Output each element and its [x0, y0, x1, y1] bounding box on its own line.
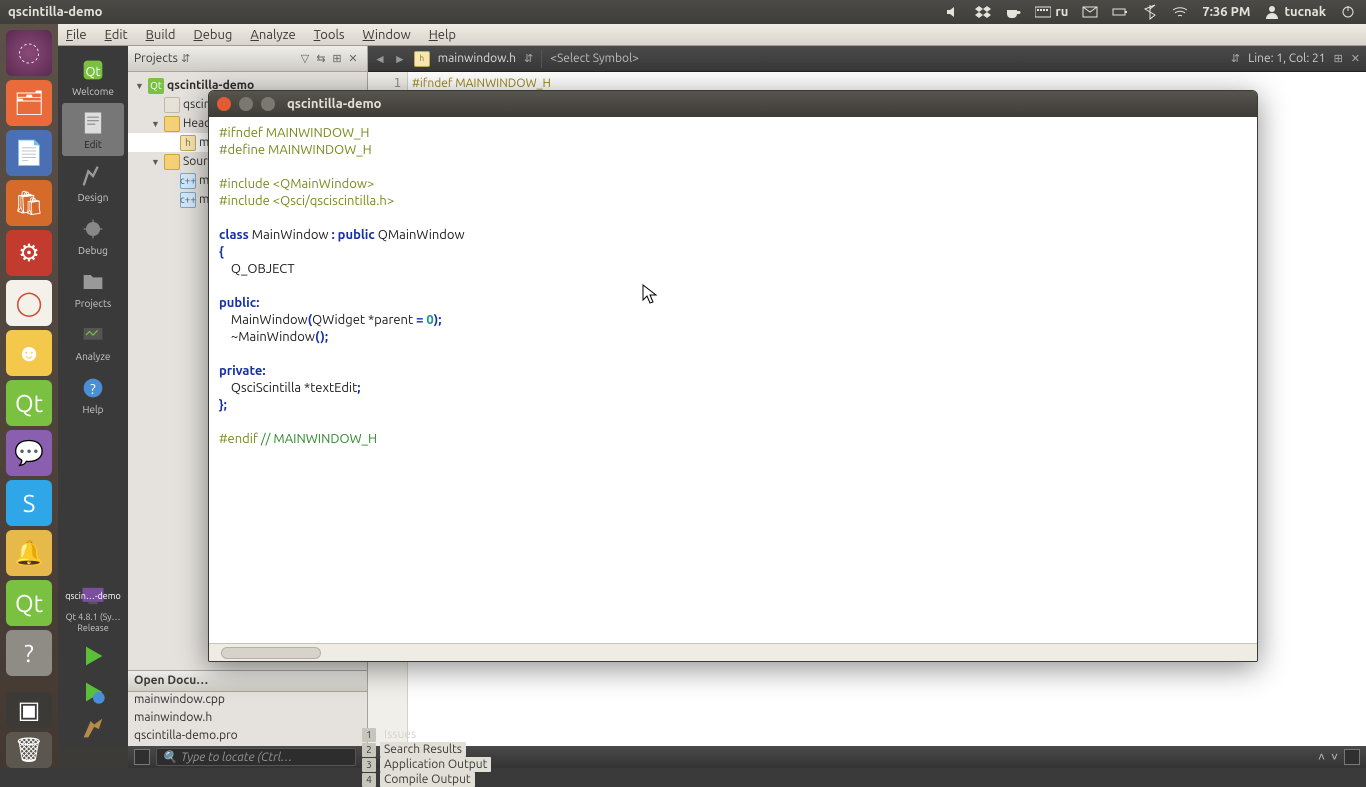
launcher-app2[interactable]: 🔔 — [6, 530, 52, 576]
filter-icon[interactable]: ▽ — [297, 52, 313, 65]
clock[interactable]: 7:36 PM — [1202, 5, 1250, 19]
menu-help[interactable]: Help — [429, 28, 456, 42]
launcher-running-label: qscin…-demo — [58, 591, 128, 601]
menu-window[interactable]: Window — [363, 28, 411, 42]
output-pane-application-output[interactable]: 3Application Output — [362, 757, 491, 772]
launcher-app1[interactable]: ☻ — [6, 330, 52, 376]
open-doc-item[interactable]: mainwindow.h — [128, 710, 367, 728]
window-close-icon[interactable] — [217, 97, 231, 111]
chevron-updown-icon[interactable]: ⇵ — [1231, 52, 1240, 65]
mode-welcome[interactable]: QtWelcome — [62, 50, 124, 103]
svg-text:?: ? — [90, 381, 96, 397]
demo-scrollbar[interactable] — [209, 643, 1257, 661]
run-button[interactable] — [62, 638, 124, 674]
close-pane-icon[interactable]: ✕ — [345, 52, 361, 65]
mode-help[interactable]: ?Help — [62, 368, 124, 421]
launcher-skype[interactable]: S — [6, 480, 52, 526]
session-icon[interactable] — [1340, 4, 1356, 20]
file-type-h-icon: h — [414, 51, 430, 67]
toggle-sidebar-icon[interactable] — [134, 749, 150, 765]
mode-projects[interactable]: Projects — [62, 262, 124, 315]
active-window-title: qscintilla-demo — [0, 5, 945, 19]
split-editor-icon[interactable]: ⊞ — [1334, 52, 1343, 65]
nav-forward-icon[interactable]: ► — [394, 52, 406, 66]
launcher-software[interactable]: 🛍 — [6, 180, 52, 226]
menu-debug[interactable]: Debug — [194, 28, 233, 42]
launcher-pidgin[interactable]: 💬 — [6, 430, 52, 476]
symbol-selector[interactable]: <Select Symbol> — [550, 52, 1223, 65]
output-pane-compile-output[interactable]: 4Compile Output — [362, 772, 491, 787]
mode-analyze[interactable]: Analyze — [62, 315, 124, 368]
launcher-editor[interactable]: 📄 — [6, 130, 52, 176]
kit-selector[interactable]: Qt 4.8.1 (Sy…Release — [62, 578, 124, 638]
demo-editor[interactable]: #ifndef MAINWINDOW_H #define MAINWINDOW_… — [209, 117, 1257, 643]
open-documents-header: Open Docu… — [128, 670, 367, 692]
sync-icon[interactable]: ⇆ — [313, 52, 329, 65]
svg-text:Qt: Qt — [86, 65, 101, 79]
window-minimize-icon[interactable] — [239, 97, 253, 111]
output-pane-issues[interactable]: 1Issues — [362, 727, 491, 742]
current-file-label[interactable]: mainwindow.h — [438, 52, 516, 65]
close-editor-icon[interactable]: ✕ — [1351, 52, 1360, 65]
dropbox-icon[interactable] — [975, 4, 991, 20]
mode-edit[interactable]: Edit — [62, 103, 124, 156]
locator-input[interactable]: 🔍 Type to locate (Ctrl… — [156, 748, 356, 766]
launcher-qt[interactable]: Qt — [6, 580, 52, 626]
user-menu[interactable]: tucnak — [1264, 4, 1326, 20]
launcher-dash[interactable]: ◌ — [6, 30, 52, 76]
unity-launcher: ◌ 🗂 📄 🛍 ⚙ ◯ ☻ Qt 💬 S 🔔 Qt ? ▣ 🗑 — [0, 24, 58, 768]
demo-titlebar[interactable]: qscintilla-demo — [209, 91, 1257, 117]
demo-title: qscintilla-demo — [287, 97, 382, 111]
menu-analyze[interactable]: Analyze — [250, 28, 295, 42]
mode-design[interactable]: Design — [62, 156, 124, 209]
demo-window: qscintilla-demo #ifndef MAINWINDOW_H #de… — [208, 90, 1258, 662]
menu-bar: File Edit Build Debug Analyze Tools Wind… — [58, 24, 1366, 46]
system-top-panel: qscintilla-demo ru 7:36 PM tucnak — [0, 0, 1366, 24]
bluetooth-icon[interactable] — [1142, 4, 1158, 20]
launcher-files[interactable]: 🗂 — [6, 80, 52, 126]
mouse-cursor-icon — [642, 284, 658, 310]
launcher-help[interactable]: ? — [6, 630, 52, 676]
launcher-trash[interactable]: 🗑 — [6, 732, 52, 768]
nav-back-icon[interactable]: ◄ — [374, 52, 386, 66]
launcher-chrome[interactable]: ◯ — [6, 280, 52, 326]
open-documents-list[interactable]: mainwindow.cppmainwindow.hqscintilla-dem… — [128, 692, 367, 746]
window-maximize-icon[interactable] — [261, 97, 275, 111]
output-pane-search-results[interactable]: 2Search Results — [362, 742, 491, 757]
menu-edit[interactable]: Edit — [105, 28, 128, 42]
caffeine-icon[interactable] — [1005, 4, 1021, 20]
open-doc-item[interactable]: qscintilla-demo.pro — [128, 728, 367, 746]
launcher-settings[interactable]: ⚙ — [6, 230, 52, 276]
keyboard-layout-indicator[interactable]: ru — [1035, 4, 1068, 20]
split-icon[interactable]: ⊞ — [329, 52, 345, 65]
chevron-up-icon[interactable]: ˄ — [1318, 750, 1325, 764]
menu-build[interactable]: Build — [146, 28, 176, 42]
status-bar: 🔍 Type to locate (Ctrl… 1Issues2Search R… — [128, 746, 1366, 768]
launcher-terminal[interactable]: ▣ — [6, 692, 52, 728]
launcher-qtcreator[interactable]: Qt — [6, 380, 52, 426]
open-doc-item[interactable]: mainwindow.cpp — [128, 692, 367, 710]
projects-header-label: Projects — [134, 52, 178, 65]
system-tray: ru 7:36 PM tucnak — [945, 4, 1366, 20]
cursor-position: Line: 1, Col: 21 — [1248, 52, 1325, 65]
battery-icon[interactable] — [1112, 4, 1128, 20]
menu-tools[interactable]: Tools — [314, 28, 345, 42]
menu-file[interactable]: File — [66, 28, 87, 42]
chevron-updown-icon[interactable]: ⇵ — [524, 52, 533, 65]
debug-run-button[interactable] — [62, 674, 124, 710]
editor-toolbar: ◄ ► h mainwindow.h ⇵ <Select Symbol> ⇵ L… — [368, 46, 1366, 72]
toggle-output-icon[interactable] — [1344, 749, 1360, 765]
chevron-down-icon[interactable]: ˅ — [1331, 750, 1338, 764]
volume-icon[interactable] — [945, 4, 961, 20]
wifi-icon[interactable] — [1172, 4, 1188, 20]
mail-icon[interactable] — [1082, 4, 1098, 20]
mode-debug[interactable]: Debug — [62, 209, 124, 262]
chevron-updown-icon[interactable]: ⇵ — [178, 52, 194, 65]
projects-header: Projects ⇵ ▽ ⇆ ⊞ ✕ — [128, 46, 367, 72]
build-button[interactable] — [62, 710, 124, 746]
mode-bar: QtWelcomeEditDesignDebugProjectsAnalyze?… — [58, 46, 128, 746]
